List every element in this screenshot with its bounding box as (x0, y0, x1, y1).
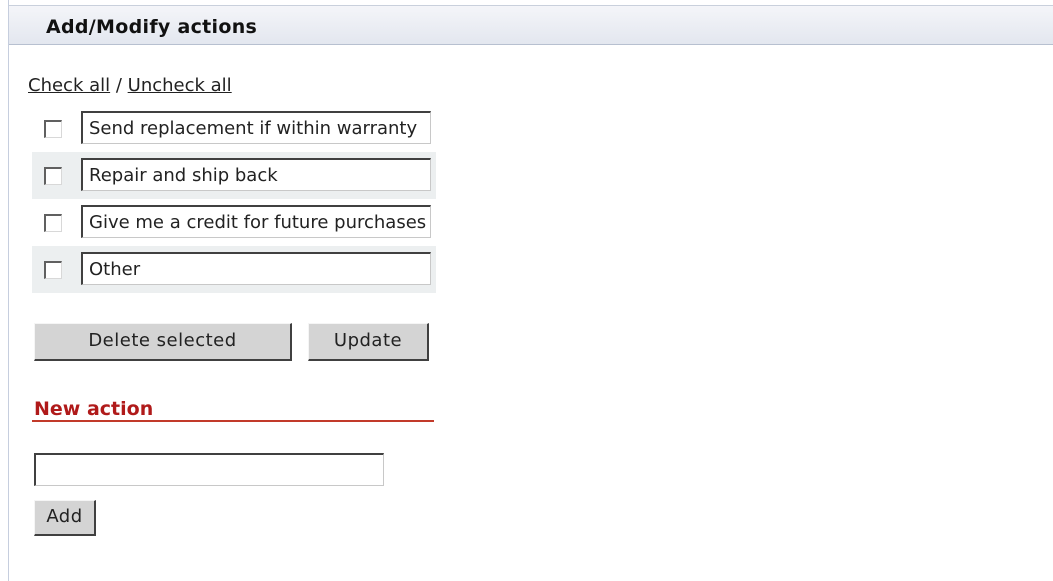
action-row: Send replacement if within warranty (32, 105, 436, 152)
action-checkbox[interactable] (44, 214, 62, 232)
check-all-link[interactable]: Check all (28, 75, 110, 96)
update-button[interactable]: Update (308, 323, 429, 361)
action-row: Give me a credit for future purchases (32, 199, 436, 246)
new-action-heading: New action (34, 398, 154, 420)
action-name-input[interactable]: Give me a credit for future purchases (81, 205, 431, 238)
new-action-divider (32, 420, 434, 422)
action-row: Other (32, 246, 436, 293)
action-checkbox[interactable] (44, 167, 62, 185)
check-links-separator: / (110, 75, 128, 96)
action-name-input[interactable]: Repair and ship back (81, 158, 431, 191)
uncheck-all-link[interactable]: Uncheck all (128, 75, 232, 96)
actions-list: Send replacement if within warranty Repa… (32, 105, 436, 293)
panel-title: Add/Modify actions (46, 16, 258, 38)
action-checkbox[interactable] (44, 261, 62, 279)
check-links: Check all / Uncheck all (28, 75, 232, 96)
action-name-input[interactable]: Other (81, 252, 431, 285)
action-row: Repair and ship back (32, 152, 436, 199)
add-button[interactable]: Add (34, 500, 96, 536)
new-action-input[interactable] (34, 453, 384, 486)
action-checkbox[interactable] (44, 120, 62, 138)
action-name-input[interactable]: Send replacement if within warranty (81, 111, 431, 144)
panel-header: Add/Modify actions (9, 5, 1053, 45)
delete-selected-button[interactable]: Delete selected (34, 323, 292, 361)
